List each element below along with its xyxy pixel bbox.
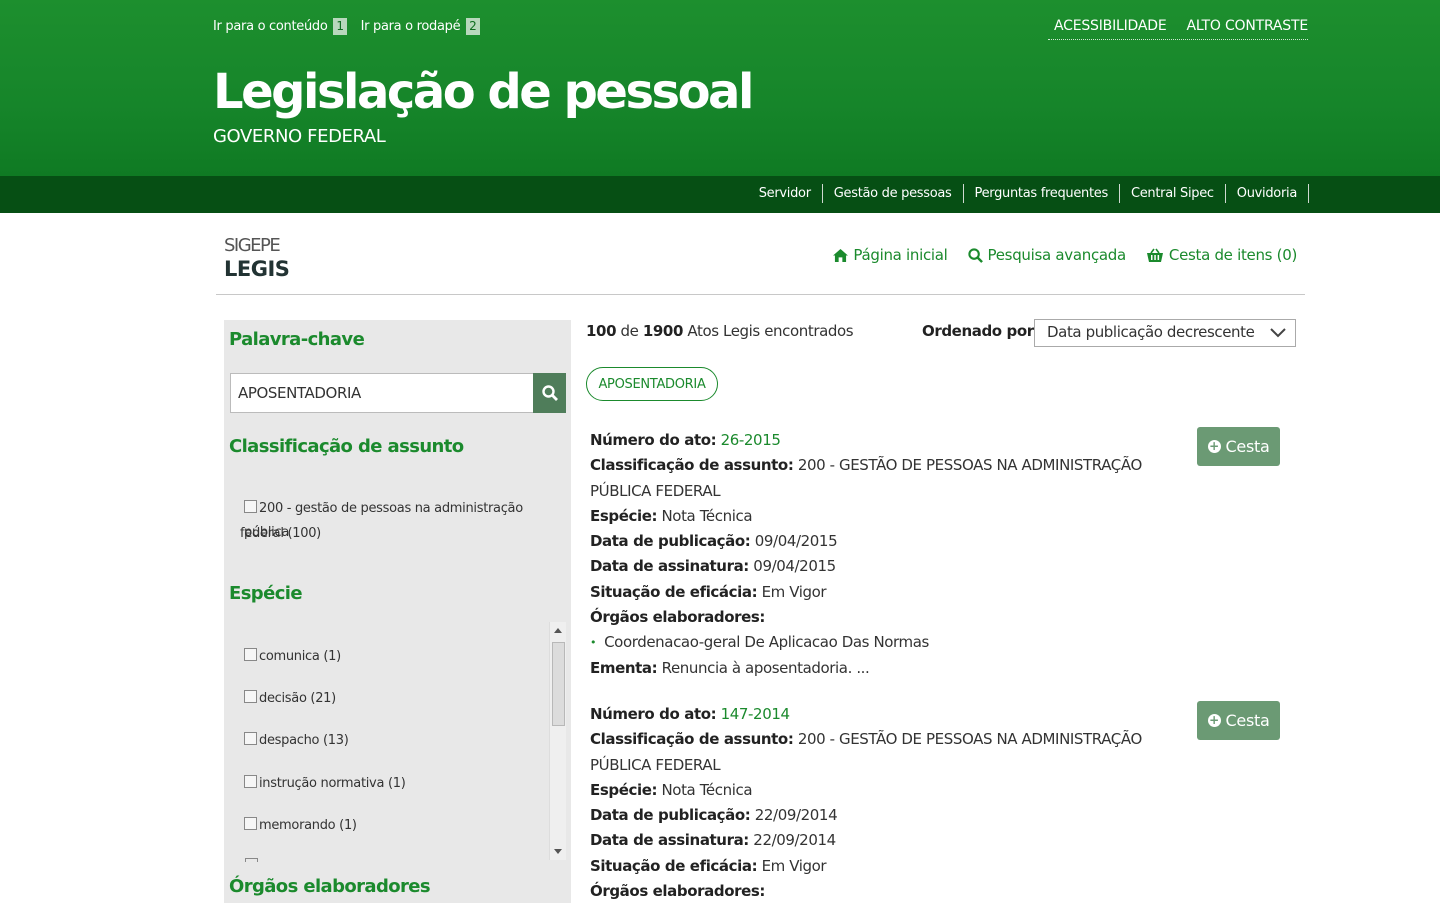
orgao-item: Coordenacao-geral De Aplicacao Das Norma… xyxy=(590,630,1150,655)
checkbox[interactable] xyxy=(244,690,257,703)
skip-links: Ir para o conteúdo 1 Ir para o rodapé 2 xyxy=(213,18,490,35)
sort-select[interactable]: Data publicação decrescente xyxy=(1034,319,1296,347)
checkbox-partial xyxy=(245,858,258,862)
plus-circle-icon: + xyxy=(1207,713,1221,727)
top-links: Página inicial Pesquisa avançada Cesta d… xyxy=(833,246,1297,264)
access-key-badge: 2 xyxy=(466,18,480,35)
result-item: Número do ato: 147-2014 Classificação de… xyxy=(590,705,1142,901)
divider xyxy=(216,294,1305,295)
especie-title: Espécie xyxy=(229,583,303,604)
home-icon xyxy=(833,248,849,262)
especie-scrollbar[interactable] xyxy=(549,622,566,860)
site-title[interactable]: Legislação de pessoal xyxy=(213,64,754,120)
nav-item-gestao-pessoas[interactable]: Gestão de pessoas xyxy=(823,184,964,203)
keyword-search-button[interactable] xyxy=(533,373,566,413)
skip-to-footer-link[interactable]: Ir para o rodapé 2 xyxy=(361,18,480,35)
chevron-down-icon xyxy=(554,849,562,854)
results-count: 100 de 1900 Atos Legis encontrados xyxy=(586,322,854,340)
especie-filter-instrucao[interactable]: instrução normativa (1) xyxy=(244,772,406,796)
especie-filter-decisao[interactable]: decisão (21) xyxy=(244,687,336,711)
keyword-input[interactable] xyxy=(231,374,531,412)
checkbox[interactable] xyxy=(244,775,257,788)
active-filter-tag[interactable]: APOSENTADORIA xyxy=(586,367,718,401)
nav-item-servidor[interactable]: Servidor xyxy=(748,184,823,203)
keyword-title: Palavra-chave xyxy=(229,329,365,350)
skip-to-content-link[interactable]: Ir para o conteúdo 1 xyxy=(213,18,347,35)
checkbox[interactable] xyxy=(244,500,257,513)
class-title: Classificação de assunto xyxy=(229,436,464,457)
access-key-badge: 1 xyxy=(333,18,347,35)
filter-sidebar: Palavra-chave Classificação de assunto 2… xyxy=(224,320,571,903)
nav-item-perguntas[interactable]: Perguntas frequentes xyxy=(964,184,1120,203)
chevron-up-icon xyxy=(554,628,562,633)
accessibility-bar: ACESSIBILIDADE ALTO CONTRASTE xyxy=(1048,18,1308,40)
keyword-search xyxy=(230,373,566,413)
class-filter-200-count: federal (100) xyxy=(240,526,321,541)
accessibility-link[interactable]: ACESSIBILIDADE xyxy=(1054,18,1167,34)
add-to-basket-button[interactable]: + Cesta xyxy=(1197,427,1280,466)
plus-circle-icon: + xyxy=(1207,439,1221,453)
act-number-link[interactable]: 26-2015 xyxy=(721,431,781,449)
nav-item-ouvidoria[interactable]: Ouvidoria xyxy=(1226,184,1309,203)
scrollbar-thumb[interactable] xyxy=(552,642,565,726)
home-link[interactable]: Página inicial xyxy=(833,246,948,264)
basket-link[interactable]: Cesta de itens (0) xyxy=(1146,246,1297,264)
chevron-down-icon xyxy=(1270,328,1286,338)
checkbox[interactable] xyxy=(244,732,257,745)
orgaos-title: Órgãos elaboradores xyxy=(229,876,431,897)
site-subtitle: GOVERNO FEDERAL xyxy=(213,126,386,147)
sigepe-legis-logo[interactable]: SIGEPE LEGIS xyxy=(224,236,290,282)
search-icon xyxy=(541,385,558,401)
add-to-basket-button[interactable]: + Cesta xyxy=(1197,701,1280,740)
search-icon xyxy=(967,247,983,263)
checkbox[interactable] xyxy=(244,648,257,661)
checkbox[interactable] xyxy=(244,817,257,830)
advanced-search-link[interactable]: Pesquisa avançada xyxy=(967,246,1126,264)
main-nav: Servidor Gestão de pessoas Perguntas fre… xyxy=(0,176,1440,213)
site-header: Ir para o conteúdo 1 Ir para o rodapé 2 … xyxy=(0,0,1440,176)
especie-filter-comunica[interactable]: comunica (1) xyxy=(244,645,341,669)
high-contrast-link[interactable]: ALTO CONTRASTE xyxy=(1186,18,1308,34)
sort-label: Ordenado por: xyxy=(922,322,1040,340)
especie-filter-memorando[interactable]: memorando (1) xyxy=(244,814,357,838)
act-number-link[interactable]: 147-2014 xyxy=(721,705,790,723)
especie-filter-despacho[interactable]: despacho (13) xyxy=(244,729,349,753)
basket-icon xyxy=(1146,248,1163,262)
result-item: Número do ato: 26-2015 Classificação de … xyxy=(590,428,1150,681)
nav-item-central-sipec[interactable]: Central Sipec xyxy=(1120,184,1226,203)
